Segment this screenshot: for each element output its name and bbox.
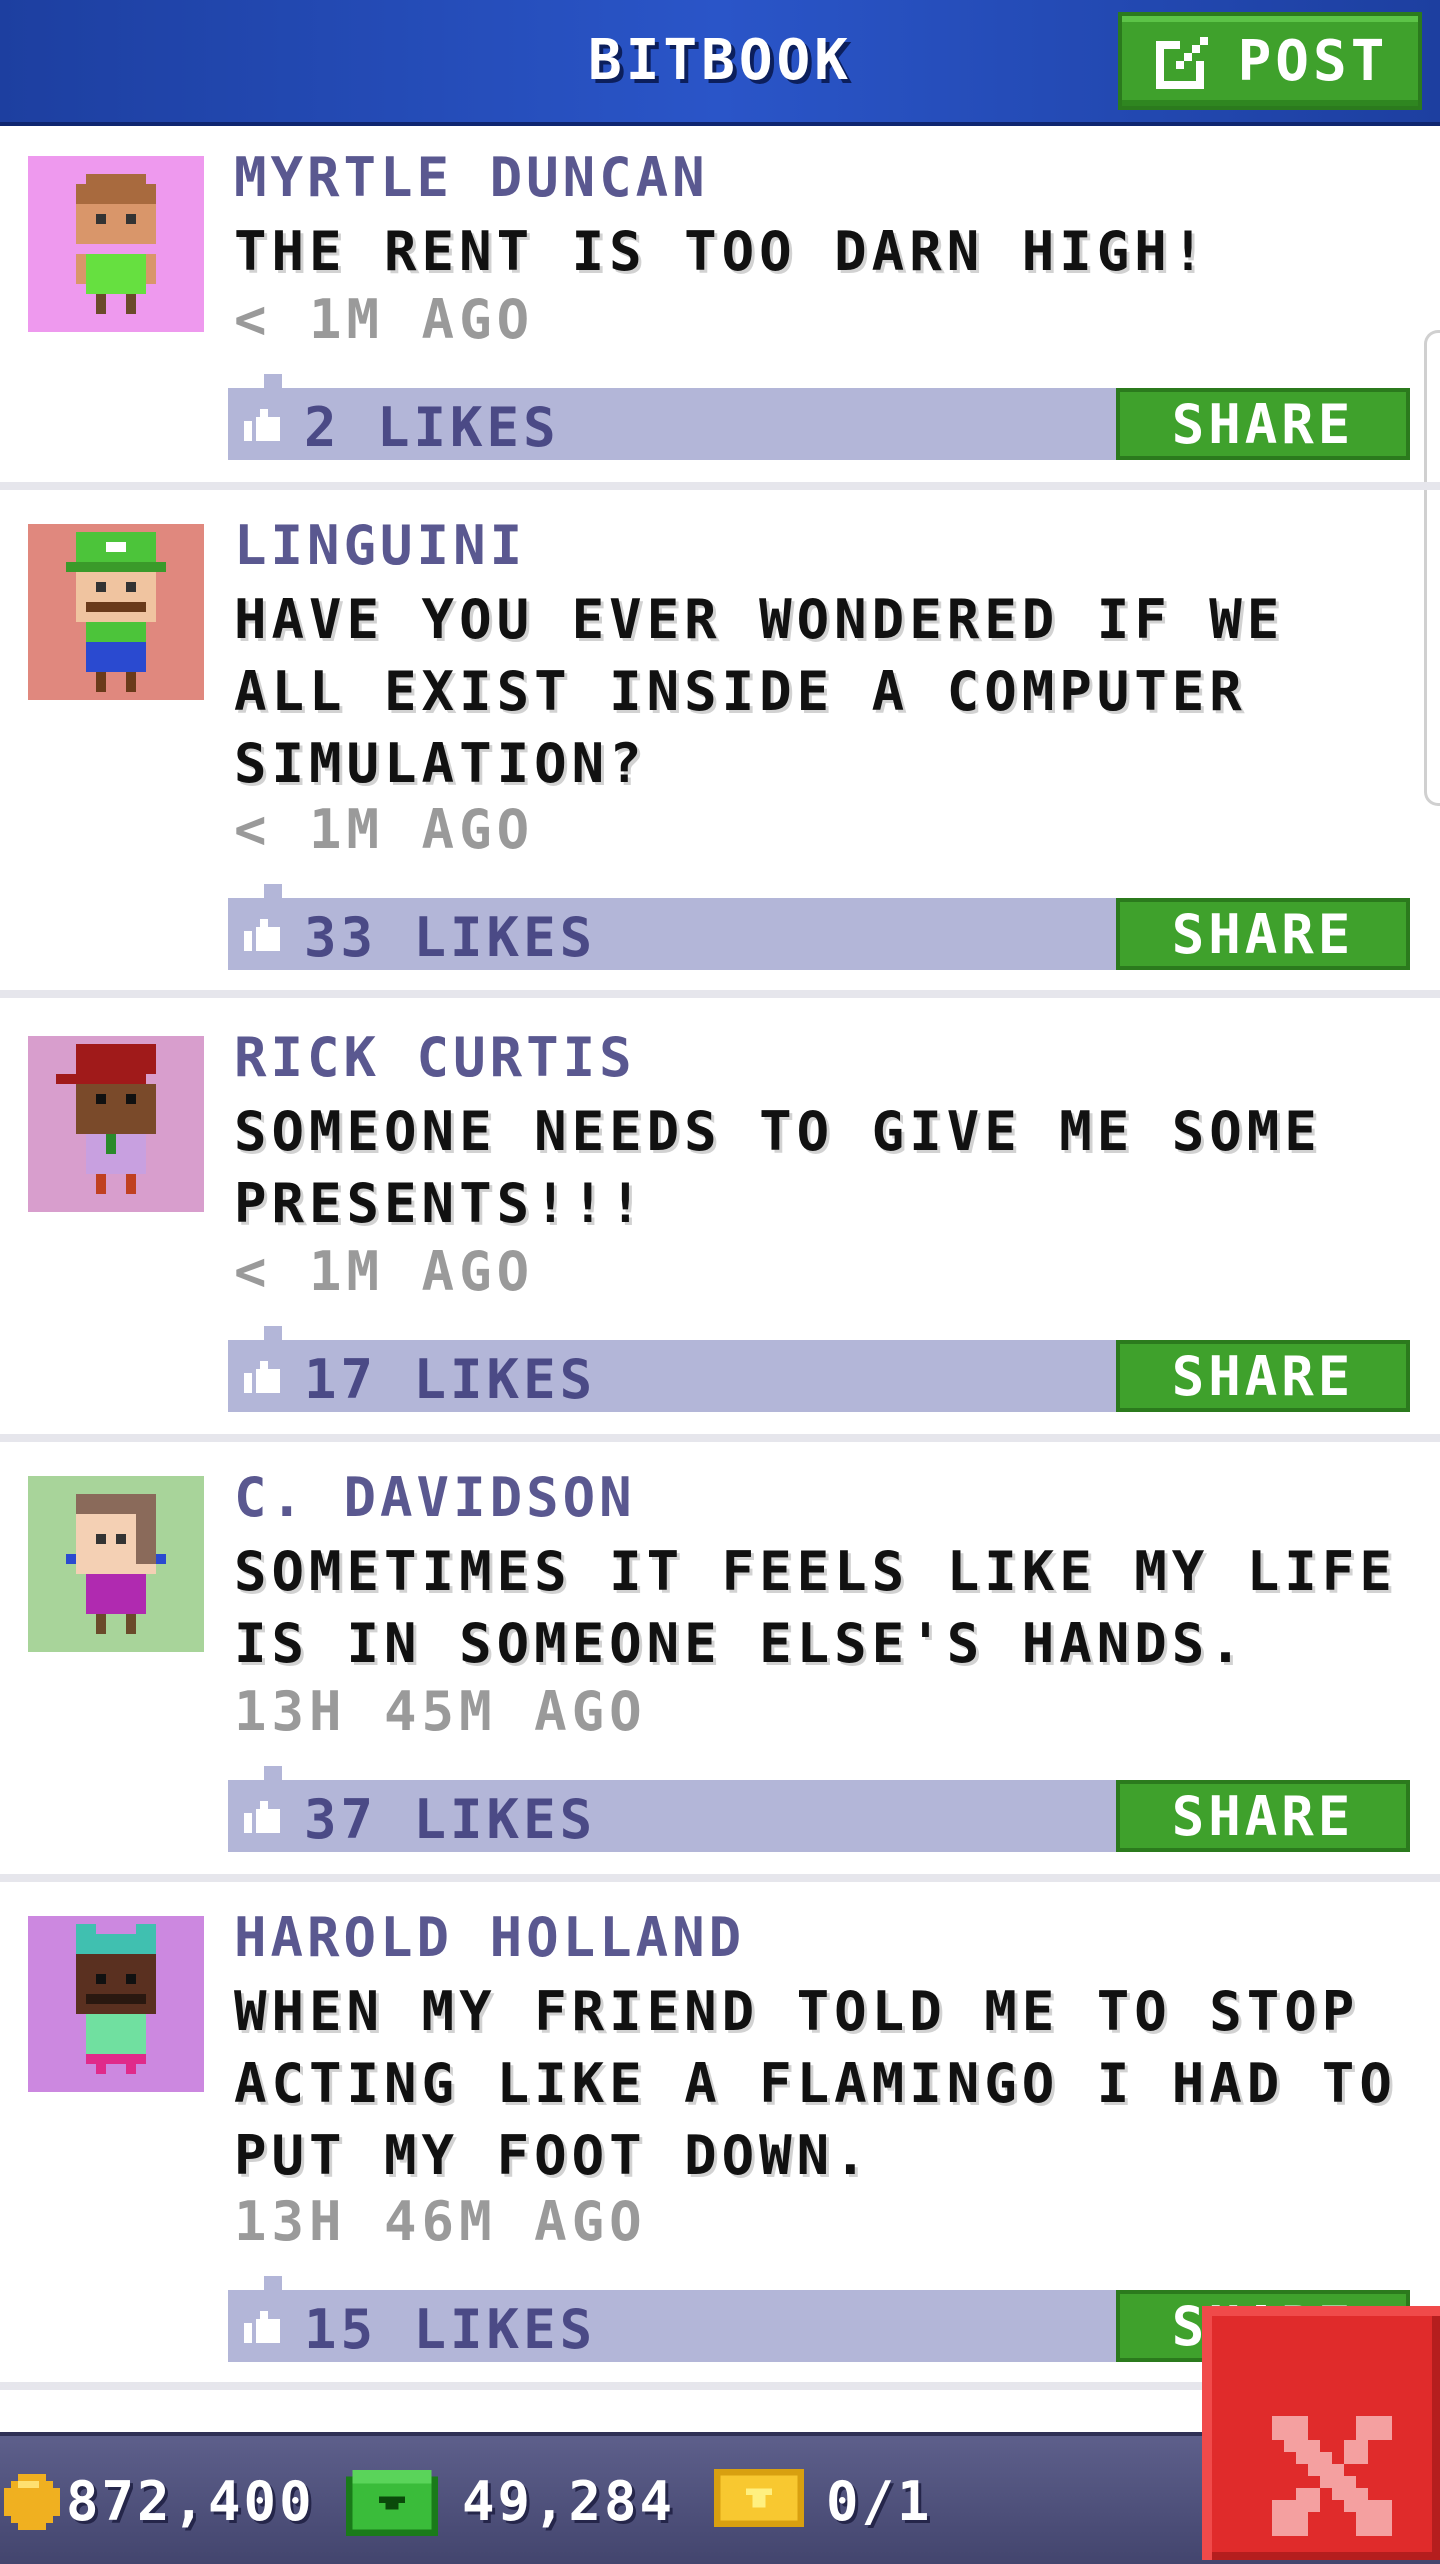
- post-card: C. DAVIDSON SOMETIMES IT FEELS LIKE MY L…: [0, 1446, 1440, 1882]
- post-author[interactable]: MYRTLE DUNCAN: [234, 146, 709, 209]
- share-button[interactable]: SHARE: [1116, 388, 1410, 460]
- avatar-image: [66, 1494, 166, 1634]
- thumbs-up-icon[interactable]: [244, 2310, 284, 2344]
- post-author[interactable]: C. DAVIDSON: [234, 1466, 636, 1529]
- post-message: SOMEONE NEEDS TO GIVE ME SOME PRESENTS!!…: [234, 1100, 1322, 1235]
- app-header: BITBOOK POST: [0, 0, 1440, 126]
- coin-count: 872,400: [66, 2470, 315, 2533]
- avatar-image: [66, 532, 166, 692]
- share-button[interactable]: SHARE: [1116, 898, 1410, 970]
- avatar[interactable]: [28, 1476, 204, 1652]
- likes-bar: 2 LIKES SHARE: [228, 374, 1410, 460]
- divider: [0, 482, 1440, 490]
- avatar[interactable]: [28, 156, 204, 332]
- thumbs-up-icon[interactable]: [244, 408, 284, 442]
- avatar[interactable]: [28, 1916, 204, 2092]
- divider: [0, 1434, 1440, 1442]
- post-message: THE RENT IS TOO DARN HIGH!: [234, 220, 1210, 283]
- post-card: LINGUINI HAVE YOU EVER WONDERED IF WE AL…: [0, 494, 1440, 998]
- post-author[interactable]: RICK CURTIS: [234, 1026, 636, 1089]
- close-icon: [1272, 2416, 1392, 2536]
- thumbs-up-icon[interactable]: [244, 918, 284, 952]
- thumbs-up-icon[interactable]: [244, 1360, 284, 1394]
- share-button[interactable]: SHARE: [1116, 1780, 1410, 1852]
- likes-bar: 37 LIKES SHARE: [228, 1766, 1410, 1852]
- cash-icon: [346, 2470, 438, 2536]
- avatar-image: [56, 1044, 156, 1194]
- close-button[interactable]: [1202, 2306, 1440, 2560]
- divider: [0, 1874, 1440, 1882]
- ticket-count: 0/1: [826, 2470, 933, 2533]
- coin-icon: [4, 2474, 60, 2530]
- post-author[interactable]: HAROLD HOLLAND: [234, 1906, 745, 1969]
- likes-bar: 17 LIKES SHARE: [228, 1326, 1410, 1412]
- post-card: RICK CURTIS SOMEONE NEEDS TO GIVE ME SOM…: [0, 1006, 1440, 1442]
- divider: [0, 990, 1440, 998]
- avatar[interactable]: [28, 1036, 204, 1212]
- post-time: < 1M AGO: [234, 798, 535, 861]
- post-button-label: POST: [1237, 28, 1389, 94]
- post-time: < 1M AGO: [234, 1240, 535, 1303]
- post-author[interactable]: LINGUINI: [234, 514, 526, 577]
- likes-count: 2 LIKES: [304, 396, 560, 459]
- ticket-icon: [714, 2469, 804, 2527]
- likes-count: 17 LIKES: [304, 1348, 597, 1411]
- likes-count: 33 LIKES: [304, 906, 597, 969]
- likes-bar: 33 LIKES SHARE: [228, 884, 1410, 970]
- likes-count: 37 LIKES: [304, 1788, 597, 1851]
- post-time: 13H 45M AGO: [234, 1680, 647, 1743]
- post-message: WHEN MY FRIEND TOLD ME TO STOP ACTING LI…: [234, 1980, 1397, 2187]
- post-time: < 1M AGO: [234, 288, 535, 351]
- post-message: SOMETIMES IT FEELS LIKE MY LIFE IS IN SO…: [234, 1540, 1397, 1675]
- share-button[interactable]: SHARE: [1116, 1340, 1410, 1412]
- post-time: 13H 46M AGO: [234, 2190, 647, 2253]
- compose-icon: [1155, 37, 1208, 89]
- likes-count: 15 LIKES: [304, 2298, 597, 2361]
- avatar-image: [76, 1924, 156, 2074]
- thumbs-up-icon[interactable]: [244, 1800, 284, 1834]
- post-card: MYRTLE DUNCAN THE RENT IS TOO DARN HIGH!…: [0, 126, 1440, 490]
- avatar[interactable]: [28, 524, 204, 700]
- avatar-image: [76, 174, 156, 314]
- bux-count: 49,284: [462, 2470, 676, 2533]
- post-message: HAVE YOU EVER WONDERED IF WE ALL EXIST I…: [234, 588, 1285, 795]
- post-button[interactable]: POST: [1118, 12, 1422, 110]
